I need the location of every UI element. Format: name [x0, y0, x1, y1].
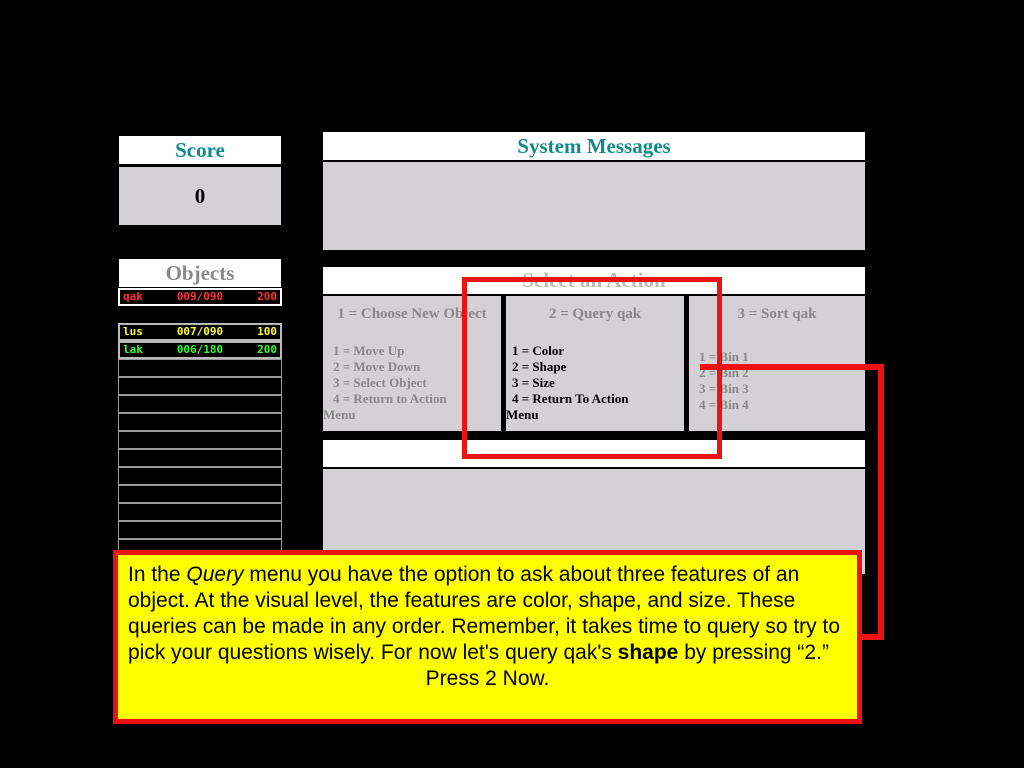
- score-value: 0: [119, 167, 281, 225]
- empty-object-slot: [118, 449, 282, 467]
- empty-object-slot: [118, 431, 282, 449]
- empty-object-slot: [118, 413, 282, 431]
- menu-item-bin-1: 1 = Bin 1: [699, 349, 749, 364]
- object-name: lus: [123, 325, 143, 338]
- menu-item-bin-3: 3 = Bin 3: [699, 381, 749, 396]
- object-coords: 007/090: [176, 325, 224, 338]
- system-messages-box: [323, 162, 865, 250]
- object-name: lak: [123, 343, 143, 356]
- tutorial-message: In the Query menu you have the option to…: [113, 550, 862, 724]
- object-points: 200: [257, 290, 277, 303]
- connector-line: [878, 364, 884, 640]
- empty-object-slot: [118, 395, 282, 413]
- query-highlight-box: [462, 277, 722, 459]
- connector-line: [700, 364, 884, 370]
- empty-object-slot: [118, 467, 282, 485]
- score-title: Score: [119, 136, 281, 164]
- object-points: 100: [257, 325, 277, 338]
- empty-object-slot: [118, 359, 282, 377]
- object-name: qak: [123, 290, 143, 303]
- menu-item-bin-4: 4 = Bin 4: [699, 397, 749, 412]
- tutorial-prompt: Press 2 Now.: [425, 667, 550, 690]
- tutorial-text: In the Query menu you have the option to…: [128, 563, 841, 664]
- empty-object-slot: [118, 377, 282, 395]
- empty-object-slot: [118, 485, 282, 503]
- objects-title: Objects: [119, 259, 281, 287]
- object-coords: 006/180: [176, 343, 224, 356]
- selected-object-row[interactable]: qak 009/090 200: [118, 288, 282, 306]
- object-row[interactable]: lus 007/090 100: [118, 323, 282, 341]
- empty-object-slot: [118, 503, 282, 521]
- system-messages-title: System Messages: [323, 132, 865, 160]
- object-row[interactable]: lak 006/180 200: [118, 341, 282, 359]
- object-coords: 009/090: [176, 290, 224, 303]
- object-points: 200: [257, 343, 277, 356]
- empty-object-slot: [118, 521, 282, 539]
